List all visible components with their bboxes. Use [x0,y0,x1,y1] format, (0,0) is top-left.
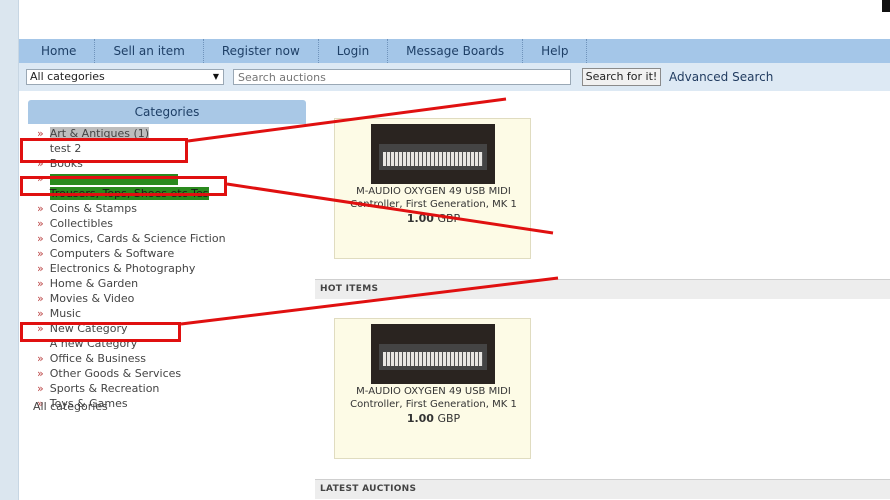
nav-login[interactable]: Login [319,39,389,63]
dropdown-arrow-icon: ▼ [212,72,219,81]
advanced-search-link[interactable]: Advanced Search [669,70,773,84]
hot-item-card[interactable]: M-AUDIO OXYGEN 49 USB MIDI Controller, F… [334,318,531,459]
nav-message-boards[interactable]: Message Boards [388,39,524,63]
nav-help[interactable]: Help [523,39,588,63]
nav-register-now[interactable]: Register now [204,39,319,63]
hot-items-header: HOT ITEMS [315,279,890,299]
category-item[interactable]: » Other Goods & Services [37,366,307,381]
bullet-icon: » [37,247,44,260]
category-item[interactable]: » Collectibles [37,216,307,231]
bullet-icon: » [37,307,44,320]
latest-auctions-header: LATEST AUCTIONS [315,479,890,499]
search-bar: All categories ▼ Search for it! Advanced… [19,63,890,91]
annotation-box [20,322,181,342]
item-thumbnail [371,124,495,184]
annotation-box [20,176,227,196]
item-title: M-AUDIO OXYGEN 49 USB MIDI Controller, F… [335,385,532,411]
item-title-line1: M-AUDIO OXYGEN 49 USB MIDI [356,186,511,197]
category-list: »Art & Antiques (1) »test 2 »Books » »Tr… [37,126,307,411]
category-label: Music [49,307,82,320]
category-item[interactable]: » Movies & Video [37,291,307,306]
price-amount: 1.00 [406,212,434,225]
featured-item-card[interactable]: M-AUDIO OXYGEN 49 USB MIDI Controller, F… [334,118,531,259]
bullet-icon: » [37,232,44,245]
item-title-line2: Controller, First Generation, MK 1 [350,399,517,410]
bullet-icon: » [37,202,44,215]
category-item[interactable]: » Electronics & Photography [37,261,307,276]
category-label: Computers & Software [49,247,175,260]
item-price: 1.00 GBP [335,412,532,425]
item-title-line1: M-AUDIO OXYGEN 49 USB MIDI [356,386,511,397]
bullet-icon: » [37,352,44,365]
category-select[interactable]: All categories ▼ [26,69,224,85]
main-nav: Home Sell an item Register now Login Mes… [19,39,890,63]
bullet-icon: » [37,277,44,290]
category-item[interactable]: » Computers & Software [37,246,307,261]
category-item[interactable]: » Office & Business [37,351,307,366]
search-button[interactable]: Search for it! [582,68,661,86]
category-item[interactable]: » Comics, Cards & Science Fiction [37,231,307,246]
category-label: Sports & Recreation [49,382,160,395]
nav-sell-an-item[interactable]: Sell an item [95,39,204,63]
category-item[interactable]: » Home & Garden [37,276,307,291]
category-item[interactable]: » Music [37,306,307,321]
category-select-value: All categories [30,70,105,83]
category-label: Movies & Video [49,292,135,305]
category-label: Office & Business [49,352,146,365]
category-label: Comics, Cards & Science Fiction [49,232,226,245]
annotation-box [20,138,188,163]
price-currency: GBP [437,212,461,225]
bullet-icon: » [37,382,44,395]
bullet-icon: » [37,262,44,275]
item-price: 1.00 GBP [335,212,532,225]
bullet-icon: » [37,367,44,380]
item-title-line2: Controller, First Generation, MK 1 [350,199,517,210]
category-label: Home & Garden [49,277,139,290]
category-label: Other Goods & Services [49,367,182,380]
category-label: Electronics & Photography [49,262,196,275]
item-title: M-AUDIO OXYGEN 49 USB MIDI Controller, F… [335,185,532,211]
keyboard-keys [383,152,483,166]
corner-mark [882,0,890,12]
nav-home[interactable]: Home [19,39,96,63]
category-item[interactable]: » Coins & Stamps [37,201,307,216]
category-label: Collectibles [49,217,113,230]
left-border-strip [0,0,19,500]
category-item[interactable]: » Sports & Recreation [37,381,307,396]
site-header [19,0,890,39]
all-categories-link[interactable]: All categories [33,400,108,413]
search-input[interactable] [233,69,571,85]
bullet-icon: » [37,292,44,305]
bullet-icon: » [37,217,44,230]
category-label: Coins & Stamps [49,202,137,215]
price-amount: 1.00 [406,412,434,425]
item-thumbnail [371,324,495,384]
price-currency: GBP [437,412,461,425]
keyboard-keys [383,352,483,366]
categories-header: Categories [28,100,306,124]
